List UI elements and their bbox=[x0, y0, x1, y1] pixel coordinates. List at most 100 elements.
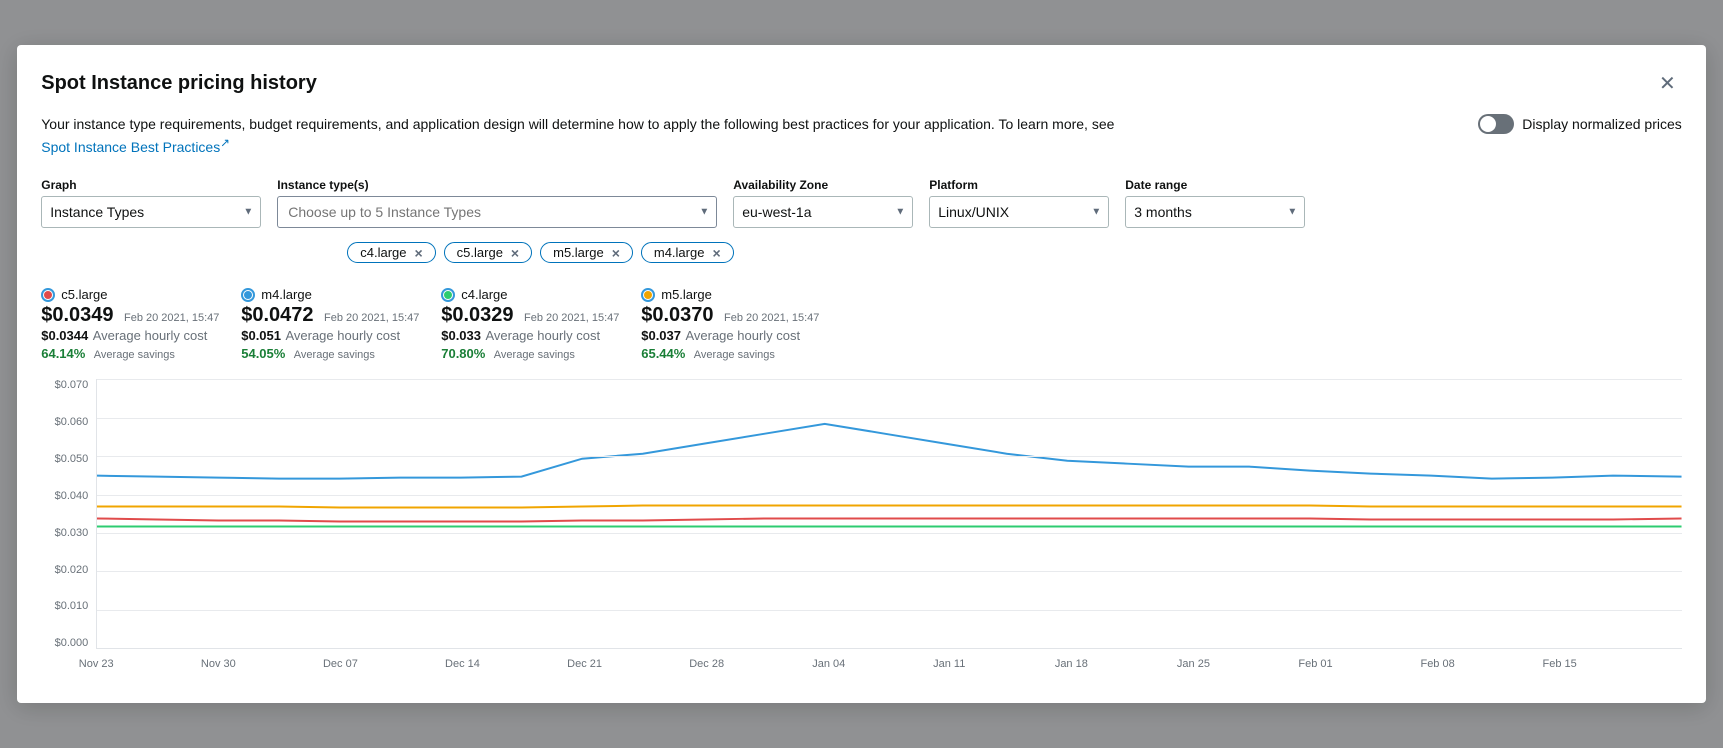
y-label-0060: $0.060 bbox=[55, 416, 89, 428]
info-body-text: Your instance type requirements, budget … bbox=[41, 116, 1114, 132]
x-label-dec28: Dec 28 bbox=[689, 658, 724, 670]
info-text: Your instance type requirements, budget … bbox=[41, 114, 1141, 159]
daterange-select-wrapper: 1 week 2 weeks 1 month 3 months 6 months bbox=[1125, 196, 1305, 228]
legend-m5large-header: m5.large bbox=[641, 287, 825, 302]
legend-m4large: m4.large $0.0472 Feb 20 2021, 15:47 $0.0… bbox=[241, 279, 441, 371]
graph-select[interactable]: Instance Types Availability Zone bbox=[41, 196, 261, 228]
grid-line-1 bbox=[97, 418, 1682, 419]
info-bar: Your instance type requirements, budget … bbox=[41, 114, 1682, 159]
toggle-section: Display normalized prices bbox=[1478, 114, 1682, 134]
modal-header: Spot Instance pricing history ✕ bbox=[41, 69, 1682, 98]
legend-c4large-name: c4.large bbox=[461, 287, 507, 302]
x-label-jan11: Jan 11 bbox=[933, 658, 965, 670]
instance-type-input[interactable] bbox=[277, 196, 717, 228]
legend-c4large-price: $0.0329 bbox=[441, 304, 513, 326]
modal-title: Spot Instance pricing history bbox=[41, 72, 317, 95]
y-label-0040: $0.040 bbox=[55, 490, 89, 502]
legend-c4large-icon bbox=[441, 288, 455, 302]
grid-line-5 bbox=[97, 571, 1682, 572]
chip-m5large: m5.large × bbox=[540, 242, 633, 263]
y-label-0000: $0.000 bbox=[55, 637, 89, 649]
legend-c4large-avg-val: $0.033 bbox=[441, 328, 481, 343]
legend-c4large-avg-label: Average hourly cost bbox=[485, 328, 600, 343]
legend-m5large-savings-row: 65.44% Average savings bbox=[641, 345, 825, 363]
az-label: Availability Zone bbox=[733, 178, 913, 192]
legend-c5large-avg-label: Average hourly cost bbox=[93, 328, 208, 343]
legend-m5large-name: m5.large bbox=[661, 287, 712, 302]
external-link-icon: ↗ bbox=[220, 137, 230, 150]
legend-c5large-savings-label: Average savings bbox=[94, 349, 175, 361]
chip-c4large-close[interactable]: × bbox=[412, 246, 424, 260]
legend-c4large-savings-label: Average savings bbox=[494, 349, 575, 361]
y-label-0030: $0.030 bbox=[55, 527, 89, 539]
chart-line-m5large bbox=[97, 506, 1682, 508]
legend-m4large-savings-label: Average savings bbox=[294, 349, 375, 361]
graph-select-wrapper: Instance Types Availability Zone bbox=[41, 196, 261, 228]
instance-type-label: Instance type(s) bbox=[277, 178, 717, 192]
chart-svg bbox=[97, 379, 1682, 648]
legend-m5large-price-row: $0.0370 Feb 20 2021, 15:47 bbox=[641, 304, 825, 327]
modal-overlay: Spot Instance pricing history ✕ Your ins… bbox=[0, 0, 1723, 748]
legend-c5large-savings-row: 64.14% Average savings bbox=[41, 345, 225, 363]
modal-container: Spot Instance pricing history ✕ Your ins… bbox=[17, 45, 1706, 704]
legend-c5large-savings: 64.14% bbox=[41, 346, 85, 361]
chip-c4large: c4.large × bbox=[347, 242, 435, 263]
legend-m4large-savings: 54.05% bbox=[241, 346, 285, 361]
legend-m5large-avg-val: $0.037 bbox=[641, 328, 681, 343]
az-filter-group: Availability Zone eu-west-1a eu-west-1b … bbox=[733, 178, 913, 228]
chip-m5large-label: m5.large bbox=[553, 245, 604, 260]
az-select-wrapper: eu-west-1a eu-west-1b eu-west-1c bbox=[733, 196, 913, 228]
x-label-jan25: Jan 25 bbox=[1177, 658, 1210, 670]
toggle-label: Display normalized prices bbox=[1522, 116, 1682, 132]
graph-filter-group: Graph Instance Types Availability Zone bbox=[41, 178, 261, 228]
chart-line-c5large bbox=[97, 519, 1682, 522]
x-label-dec07: Dec 07 bbox=[323, 658, 358, 670]
grid-line-2 bbox=[97, 456, 1682, 457]
legend-c4large-timestamp: Feb 20 2021, 15:47 bbox=[524, 312, 619, 324]
y-label-0070: $0.070 bbox=[55, 379, 89, 391]
legend-c5large-price-row: $0.0349 Feb 20 2021, 15:47 bbox=[41, 304, 225, 327]
close-button[interactable]: ✕ bbox=[1653, 69, 1682, 98]
x-label-nov30: Nov 30 bbox=[201, 658, 236, 670]
legend-m5large-avg-label: Average hourly cost bbox=[685, 328, 800, 343]
legend-m4large-icon bbox=[241, 288, 255, 302]
legend-m4large-price: $0.0472 bbox=[241, 304, 313, 326]
normalized-prices-toggle[interactable] bbox=[1478, 114, 1514, 134]
chip-c5large-label: c5.large bbox=[457, 245, 503, 260]
y-label-0010: $0.010 bbox=[55, 600, 89, 612]
legend-c5large-icon bbox=[41, 288, 55, 302]
legend-c5large-name: c5.large bbox=[61, 287, 107, 302]
daterange-select[interactable]: 1 week 2 weeks 1 month 3 months 6 months bbox=[1125, 196, 1305, 228]
x-axis: Nov 23 Nov 30 Dec 07 Dec 14 Dec 21 Dec 2… bbox=[96, 649, 1682, 679]
chip-c4large-label: c4.large bbox=[360, 245, 406, 260]
instance-type-input-wrapper: ▼ bbox=[277, 196, 717, 228]
legend-m4large-price-row: $0.0472 Feb 20 2021, 15:47 bbox=[241, 304, 425, 327]
y-axis: $0.070 $0.060 $0.050 $0.040 $0.030 $0.02… bbox=[41, 379, 96, 649]
legend-c5large-avg-val: $0.0344 bbox=[41, 328, 88, 343]
platform-select-wrapper: Linux/UNIX Windows bbox=[929, 196, 1109, 228]
chip-m4large-close[interactable]: × bbox=[710, 246, 722, 260]
daterange-filter-group: Date range 1 week 2 weeks 1 month 3 mont… bbox=[1125, 178, 1305, 228]
spot-best-practices-link[interactable]: Spot Instance Best Practices↗ bbox=[41, 139, 230, 155]
grid-line-3 bbox=[97, 495, 1682, 496]
legend-m4large-savings-row: 54.05% Average savings bbox=[241, 345, 425, 363]
platform-label: Platform bbox=[929, 178, 1109, 192]
chip-m5large-close[interactable]: × bbox=[610, 246, 622, 260]
x-label-feb01: Feb 01 bbox=[1298, 658, 1332, 670]
platform-filter-group: Platform Linux/UNIX Windows bbox=[929, 178, 1109, 228]
legend-m5large-savings-label: Average savings bbox=[694, 349, 775, 361]
platform-select[interactable]: Linux/UNIX Windows bbox=[929, 196, 1109, 228]
legend-c4large-avg-row: $0.033 Average hourly cost bbox=[441, 327, 625, 345]
legend-m4large-avg-row: $0.051 Average hourly cost bbox=[241, 327, 425, 345]
legend-c5large-price: $0.0349 bbox=[41, 304, 113, 326]
instance-input-arrow-icon: ▼ bbox=[699, 207, 709, 218]
x-label-jan04: Jan 04 bbox=[812, 658, 845, 670]
filters-row: Graph Instance Types Availability Zone I… bbox=[41, 178, 1682, 228]
legend-c5large-avg-row: $0.0344 Average hourly cost bbox=[41, 327, 225, 345]
az-select[interactable]: eu-west-1a eu-west-1b eu-west-1c bbox=[733, 196, 913, 228]
grid-line-top bbox=[97, 379, 1682, 380]
x-label-dec14: Dec 14 bbox=[445, 658, 480, 670]
legend-c5large-timestamp: Feb 20 2021, 15:47 bbox=[124, 312, 219, 324]
x-label-nov23: Nov 23 bbox=[79, 658, 114, 670]
chip-c5large-close[interactable]: × bbox=[509, 246, 521, 260]
